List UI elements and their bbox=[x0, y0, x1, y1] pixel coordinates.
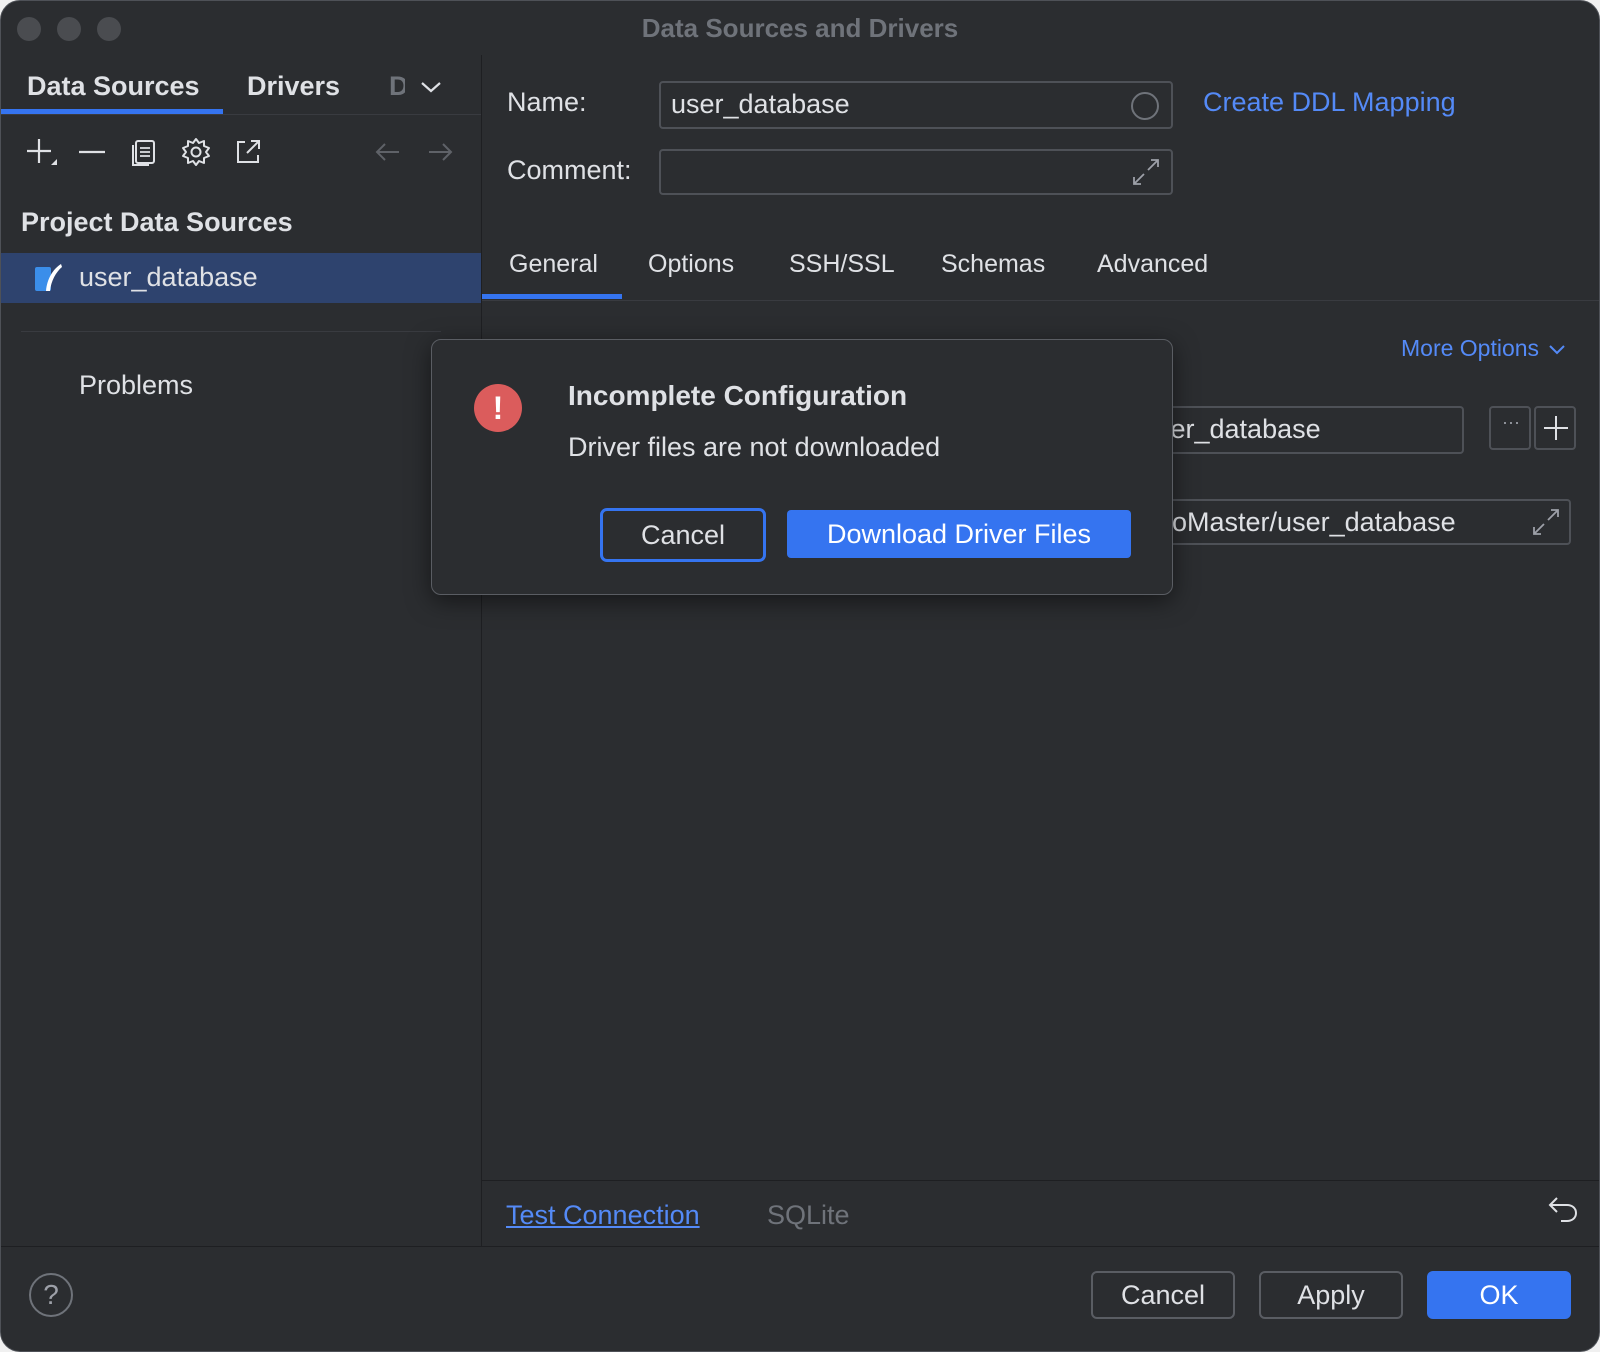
data-sources-window: Data Sources and Drivers Data Sources Dr… bbox=[0, 0, 1600, 1352]
active-tab-indicator bbox=[482, 294, 622, 299]
download-driver-files-button[interactable]: Download Driver Files bbox=[787, 510, 1131, 558]
comment-label: Comment: bbox=[507, 155, 632, 186]
duplicate-icon[interactable] bbox=[127, 135, 161, 169]
data-source-label: user_database bbox=[79, 262, 258, 293]
url-field[interactable]: eoMaster/user_database bbox=[1159, 499, 1571, 545]
more-options-dropdown[interactable]: More Options bbox=[1401, 335, 1567, 362]
tab-general[interactable]: General bbox=[509, 250, 598, 279]
browse-button[interactable]: ··· bbox=[1489, 406, 1531, 450]
tab-drivers[interactable]: Drivers bbox=[247, 71, 340, 102]
tabs-divider bbox=[482, 300, 1599, 301]
tab-options[interactable]: Options bbox=[648, 250, 734, 279]
dialog-title: Incomplete Configuration bbox=[568, 380, 907, 412]
open-external-icon[interactable] bbox=[231, 135, 265, 169]
tab-data-sources[interactable]: Data Sources bbox=[27, 71, 200, 102]
dialog-cancel-button[interactable]: Cancel bbox=[600, 508, 766, 562]
name-label: Name: bbox=[507, 87, 587, 118]
expand-icon[interactable] bbox=[1131, 157, 1161, 194]
create-ddl-mapping-link[interactable]: Create DDL Mapping bbox=[1203, 87, 1456, 118]
bottom-divider bbox=[482, 1180, 1599, 1181]
plus-icon bbox=[1543, 414, 1569, 442]
title-bar: Data Sources and Drivers bbox=[1, 1, 1599, 55]
undo-icon[interactable] bbox=[1547, 1194, 1579, 1229]
window-title: Data Sources and Drivers bbox=[1, 13, 1599, 44]
error-icon: ! bbox=[474, 384, 522, 432]
chevron-down-icon bbox=[1547, 342, 1567, 356]
expand-icon[interactable] bbox=[1531, 507, 1561, 544]
name-field[interactable]: user_database bbox=[659, 81, 1173, 129]
cancel-button[interactable]: Cancel bbox=[1091, 1271, 1235, 1319]
tabs-divider bbox=[1, 114, 481, 115]
color-circle-icon[interactable] bbox=[1131, 92, 1159, 120]
gear-icon[interactable] bbox=[179, 135, 213, 169]
more-options-label: More Options bbox=[1401, 335, 1539, 362]
problems-item[interactable]: Problems bbox=[79, 370, 193, 401]
project-data-sources-heading: Project Data Sources bbox=[21, 207, 293, 238]
ellipsis-icon: ··· bbox=[1502, 412, 1520, 433]
url-value: eoMaster/user_database bbox=[1157, 507, 1456, 538]
right-pane: Name: user_database Create DDL Mapping C… bbox=[482, 55, 1599, 1247]
test-connection-link[interactable]: Test Connection bbox=[506, 1200, 700, 1231]
dialog-footer: ? Cancel Apply OK bbox=[1, 1246, 1599, 1351]
tabs-overflow-chevron-icon[interactable] bbox=[419, 77, 443, 102]
tab-schemas[interactable]: Schemas bbox=[941, 250, 1045, 279]
ok-button[interactable]: OK bbox=[1427, 1271, 1571, 1319]
sqlite-icon bbox=[35, 263, 63, 298]
tab-advanced[interactable]: Advanced bbox=[1097, 250, 1208, 279]
name-value: user_database bbox=[671, 89, 850, 120]
driver-name[interactable]: SQLite bbox=[767, 1200, 850, 1231]
back-arrow-icon[interactable] bbox=[371, 135, 405, 169]
forward-arrow-icon[interactable] bbox=[423, 135, 457, 169]
help-button[interactable]: ? bbox=[29, 1273, 73, 1317]
data-source-item[interactable]: user_database bbox=[1, 253, 481, 303]
incomplete-configuration-dialog: ! Incomplete Configuration Driver files … bbox=[431, 339, 1173, 595]
tab-truncated[interactable]: D bbox=[389, 71, 405, 102]
add-file-button[interactable] bbox=[1534, 406, 1576, 450]
add-icon[interactable] bbox=[23, 135, 57, 169]
remove-icon[interactable] bbox=[75, 135, 109, 169]
dialog-message: Driver files are not downloaded bbox=[568, 432, 940, 463]
file-path-field[interactable]: ser_database bbox=[1159, 406, 1464, 454]
left-pane: Data Sources Drivers D Project Data Sour bbox=[1, 55, 481, 1247]
apply-button[interactable]: Apply bbox=[1259, 1271, 1403, 1319]
file-path-value: ser_database bbox=[1157, 414, 1321, 445]
left-divider bbox=[21, 331, 441, 332]
tab-ssh-ssl[interactable]: SSH/SSL bbox=[789, 250, 895, 279]
comment-field[interactable] bbox=[659, 149, 1173, 195]
